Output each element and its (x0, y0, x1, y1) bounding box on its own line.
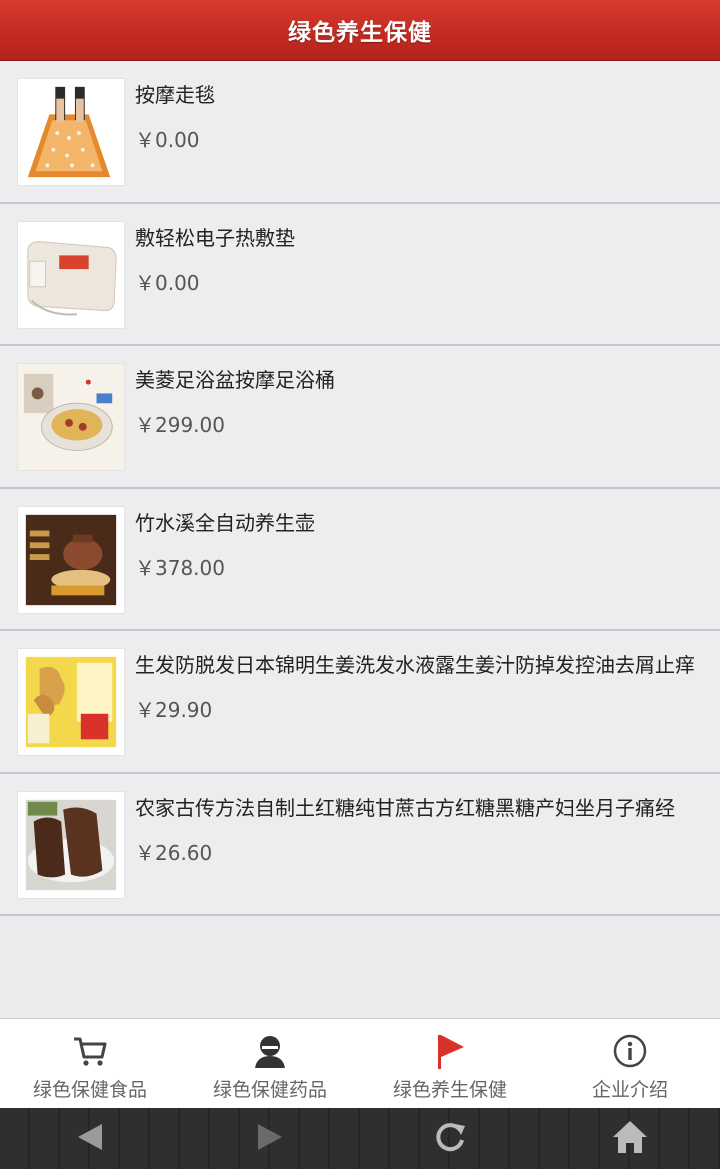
product-image (17, 790, 125, 899)
product-price: ￥378.00 (135, 555, 225, 580)
product-price: ￥0.00 (135, 128, 200, 152)
product-item[interactable]: ● 美菱足浴盆按摩足浴桶 ￥299.00 (0, 346, 720, 489)
product-image (17, 648, 125, 756)
page-title: 绿色养生保健 (288, 20, 432, 46)
tab-label: 企业介绍 (591, 1079, 668, 1101)
refresh-icon (433, 1120, 467, 1158)
product-image (17, 220, 125, 329)
tab-label: 绿色保健药品 (212, 1079, 327, 1101)
product-title: 竹水溪全自动养生壶 (135, 510, 315, 535)
cart-icon (70, 1031, 110, 1071)
product-item[interactable]: 竹水溪全自动养生壶 ￥378.00 (0, 488, 720, 631)
tab-health-care[interactable]: 绿色养生保健 (360, 1019, 540, 1108)
product-image (17, 505, 125, 614)
person-icon (250, 1031, 290, 1071)
product-title: 美菱足浴盆按摩足浴桶 (135, 368, 335, 392)
app-header: 绿色养生保健 (0, 0, 720, 61)
refresh-button[interactable] (420, 1114, 480, 1164)
flag-icon (430, 1031, 470, 1071)
forward-button[interactable] (240, 1114, 300, 1164)
product-list: 按摩走毯 ￥0.00 敷轻松电子热敷垫 ￥0.00 ● 美菱足浴盆按摩足浴桶 ￥… (0, 61, 720, 916)
tab-label: 绿色保健食品 (32, 1079, 147, 1101)
product-title: 按摩走毯 (135, 83, 215, 107)
product-image: ● (17, 363, 125, 471)
back-icon (76, 1122, 104, 1156)
product-price: ￥26.60 (135, 840, 213, 865)
product-item[interactable]: 农家古传方法自制土红糖纯甘蔗古方红糖黑糖产妇坐月子痛经 ￥26.60 (0, 773, 720, 916)
product-title: 生发防脱发日本锦明生姜洗发水液露生姜汁防掉发控油去屑止痒 (135, 653, 695, 677)
svg-text:●: ● (85, 376, 92, 389)
bottom-tab-bar: 绿色保健食品 绿色保健药品 绿色养生保健 企业介绍 (0, 1018, 720, 1108)
product-title: 农家古传方法自制土红糖纯甘蔗古方红糖黑糖产妇坐月子痛经 (135, 795, 675, 820)
product-price: ￥0.00 (135, 270, 200, 295)
product-price: ￥29.90 (135, 698, 213, 722)
tab-health-food[interactable]: 绿色保健食品 (0, 1019, 180, 1108)
forward-icon (256, 1122, 284, 1156)
back-button[interactable] (60, 1114, 120, 1164)
product-title: 敷轻松电子热敷垫 (135, 225, 295, 250)
product-item[interactable]: 按摩走毯 ￥0.00 (0, 61, 720, 204)
home-icon (611, 1119, 649, 1159)
product-item[interactable]: 敷轻松电子热敷垫 ￥0.00 (0, 203, 720, 346)
system-navigation-bar (0, 1108, 720, 1169)
product-price: ￥299.00 (135, 413, 225, 437)
product-item[interactable]: 生发防脱发日本锦明生姜洗发水液露生姜汁防掉发控油去屑止痒 ￥29.90 (0, 631, 720, 774)
tab-company-info[interactable]: 企业介绍 (540, 1019, 720, 1108)
product-image (17, 78, 125, 186)
tab-label: 绿色养生保健 (392, 1079, 507, 1101)
tab-health-medicine[interactable]: 绿色保健药品 (180, 1019, 360, 1108)
info-icon (610, 1031, 650, 1071)
home-button[interactable] (600, 1114, 660, 1164)
